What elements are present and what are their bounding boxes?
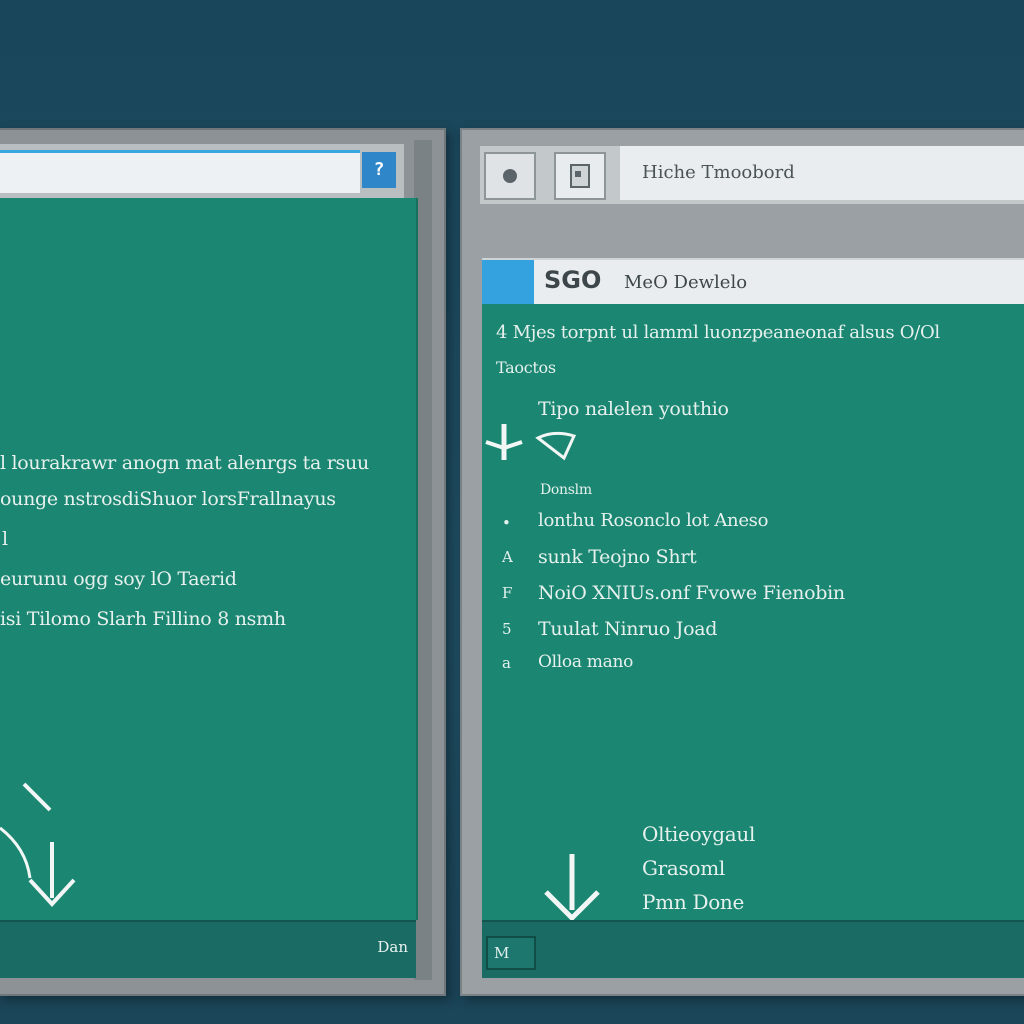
info-button[interactable]: ? — [362, 152, 396, 188]
left-content-pane: l lourakrawr anogn mat alenrgs ta rsuu o… — [0, 198, 418, 920]
text-line: l — [2, 528, 8, 550]
left-window: ? l lourakrawr anogn mat alenrgs ta rsuu… — [0, 128, 446, 996]
record-button[interactable] — [484, 152, 536, 200]
document-button[interactable] — [554, 152, 606, 200]
right-content-pane: 4 Mjes torpnt ul lamml luonzpeaneonaf al… — [482, 304, 1024, 922]
option-item[interactable]: Pmn Done — [642, 890, 744, 914]
left-status-bar: Dan — [0, 920, 416, 978]
record-icon — [503, 169, 517, 183]
window-title: Hiche Tmoobord — [642, 162, 795, 183]
app-header: SGO MeO Dewlelo — [482, 258, 1024, 306]
option-item[interactable]: Grasoml — [642, 856, 725, 880]
app-logo: SGO — [544, 266, 602, 294]
list-bullet: a — [502, 654, 511, 672]
right-window-titlebar: Hiche Tmoobord — [480, 146, 1024, 204]
text-line: isi Tilomo Slarh Fillino 8 nsmh — [0, 608, 286, 630]
right-status-bar: M — [482, 920, 1024, 978]
gesture-icon — [535, 431, 577, 461]
text-line: eurunu ogg soy lO Taerid — [0, 568, 237, 590]
intro-text: 4 Mjes torpnt ul lamml luonzpeaneonaf al… — [496, 322, 940, 343]
list-bullet: • — [502, 514, 511, 532]
cursor-arrow-icon — [485, 424, 523, 460]
info-icon: ? — [373, 159, 385, 180]
window-title-bar: Hiche Tmoobord — [620, 146, 1024, 200]
section-label: Donslm — [540, 482, 592, 498]
list-item[interactable]: sunk Teojno Shrt — [538, 546, 697, 568]
list-bullet: F — [502, 584, 513, 602]
list-item[interactable]: lonthu Rosonclo lot Aneso — [538, 510, 768, 531]
address-field[interactable] — [0, 150, 360, 193]
header-accent — [482, 260, 534, 306]
document-icon — [570, 164, 590, 188]
left-window-toolbar: ? — [0, 144, 404, 198]
list-item[interactable]: Tuulat Ninruo Joad — [538, 618, 717, 640]
text-line: l lourakrawr anogn mat alenrgs ta rsuu — [0, 452, 369, 474]
list-bullet: A — [502, 548, 513, 566]
text-line: ounge nstrosdiShuor lorsFrallnayus — [0, 488, 336, 510]
subheading: Tipo nalelen youthio — [538, 398, 729, 420]
down-arrow-icon — [0, 782, 76, 907]
app-title: MeO Dewlelo — [624, 272, 748, 293]
option-item[interactable]: Oltieoygaul — [642, 822, 755, 846]
list-item[interactable]: NoiO XNIUs.onf Fvowe Fienobin — [538, 582, 845, 604]
right-window: Hiche Tmoobord SGO MeO Dewlelo 4 Mjes to… — [460, 128, 1024, 996]
down-arrow-icon — [544, 854, 600, 922]
list-item[interactable]: Olloa mano — [538, 652, 633, 672]
intro-text-2: Taoctos — [496, 358, 556, 377]
footer-button[interactable]: M — [486, 936, 536, 970]
list-bullet: 5 — [502, 620, 512, 638]
status-label: Dan — [377, 938, 408, 956]
